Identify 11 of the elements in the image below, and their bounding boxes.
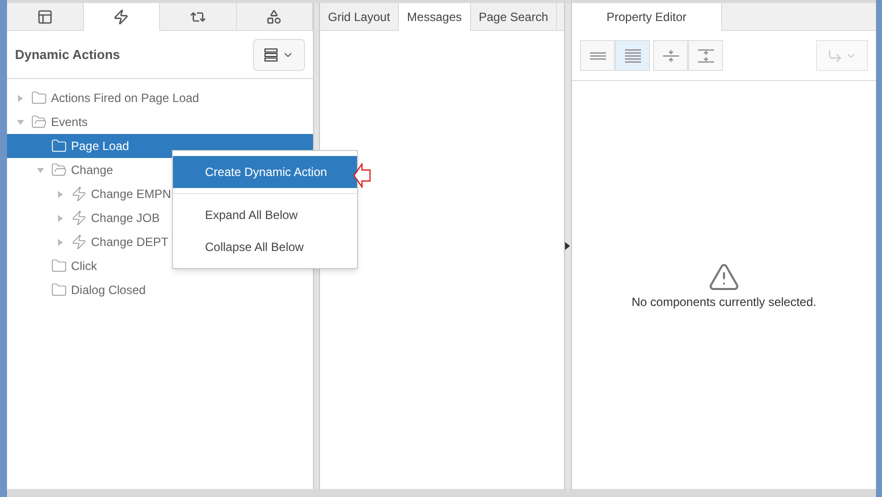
- panel-title: Dynamic Actions: [15, 46, 120, 64]
- tree-label: Dialog Closed: [71, 282, 146, 299]
- tree-label: Page Load: [71, 138, 130, 155]
- tree-label: Actions Fired on Page Load: [51, 90, 200, 107]
- tree-label: Change DEPT: [91, 234, 168, 251]
- tree-label: Click: [71, 258, 97, 275]
- tree-label: Change JOB: [91, 210, 160, 227]
- tree-label: Events: [51, 114, 88, 131]
- tree-label: Change EMPN: [91, 186, 172, 203]
- tree-label: Change: [71, 162, 114, 179]
- empty-message: No components currently selected.: [632, 294, 816, 311]
